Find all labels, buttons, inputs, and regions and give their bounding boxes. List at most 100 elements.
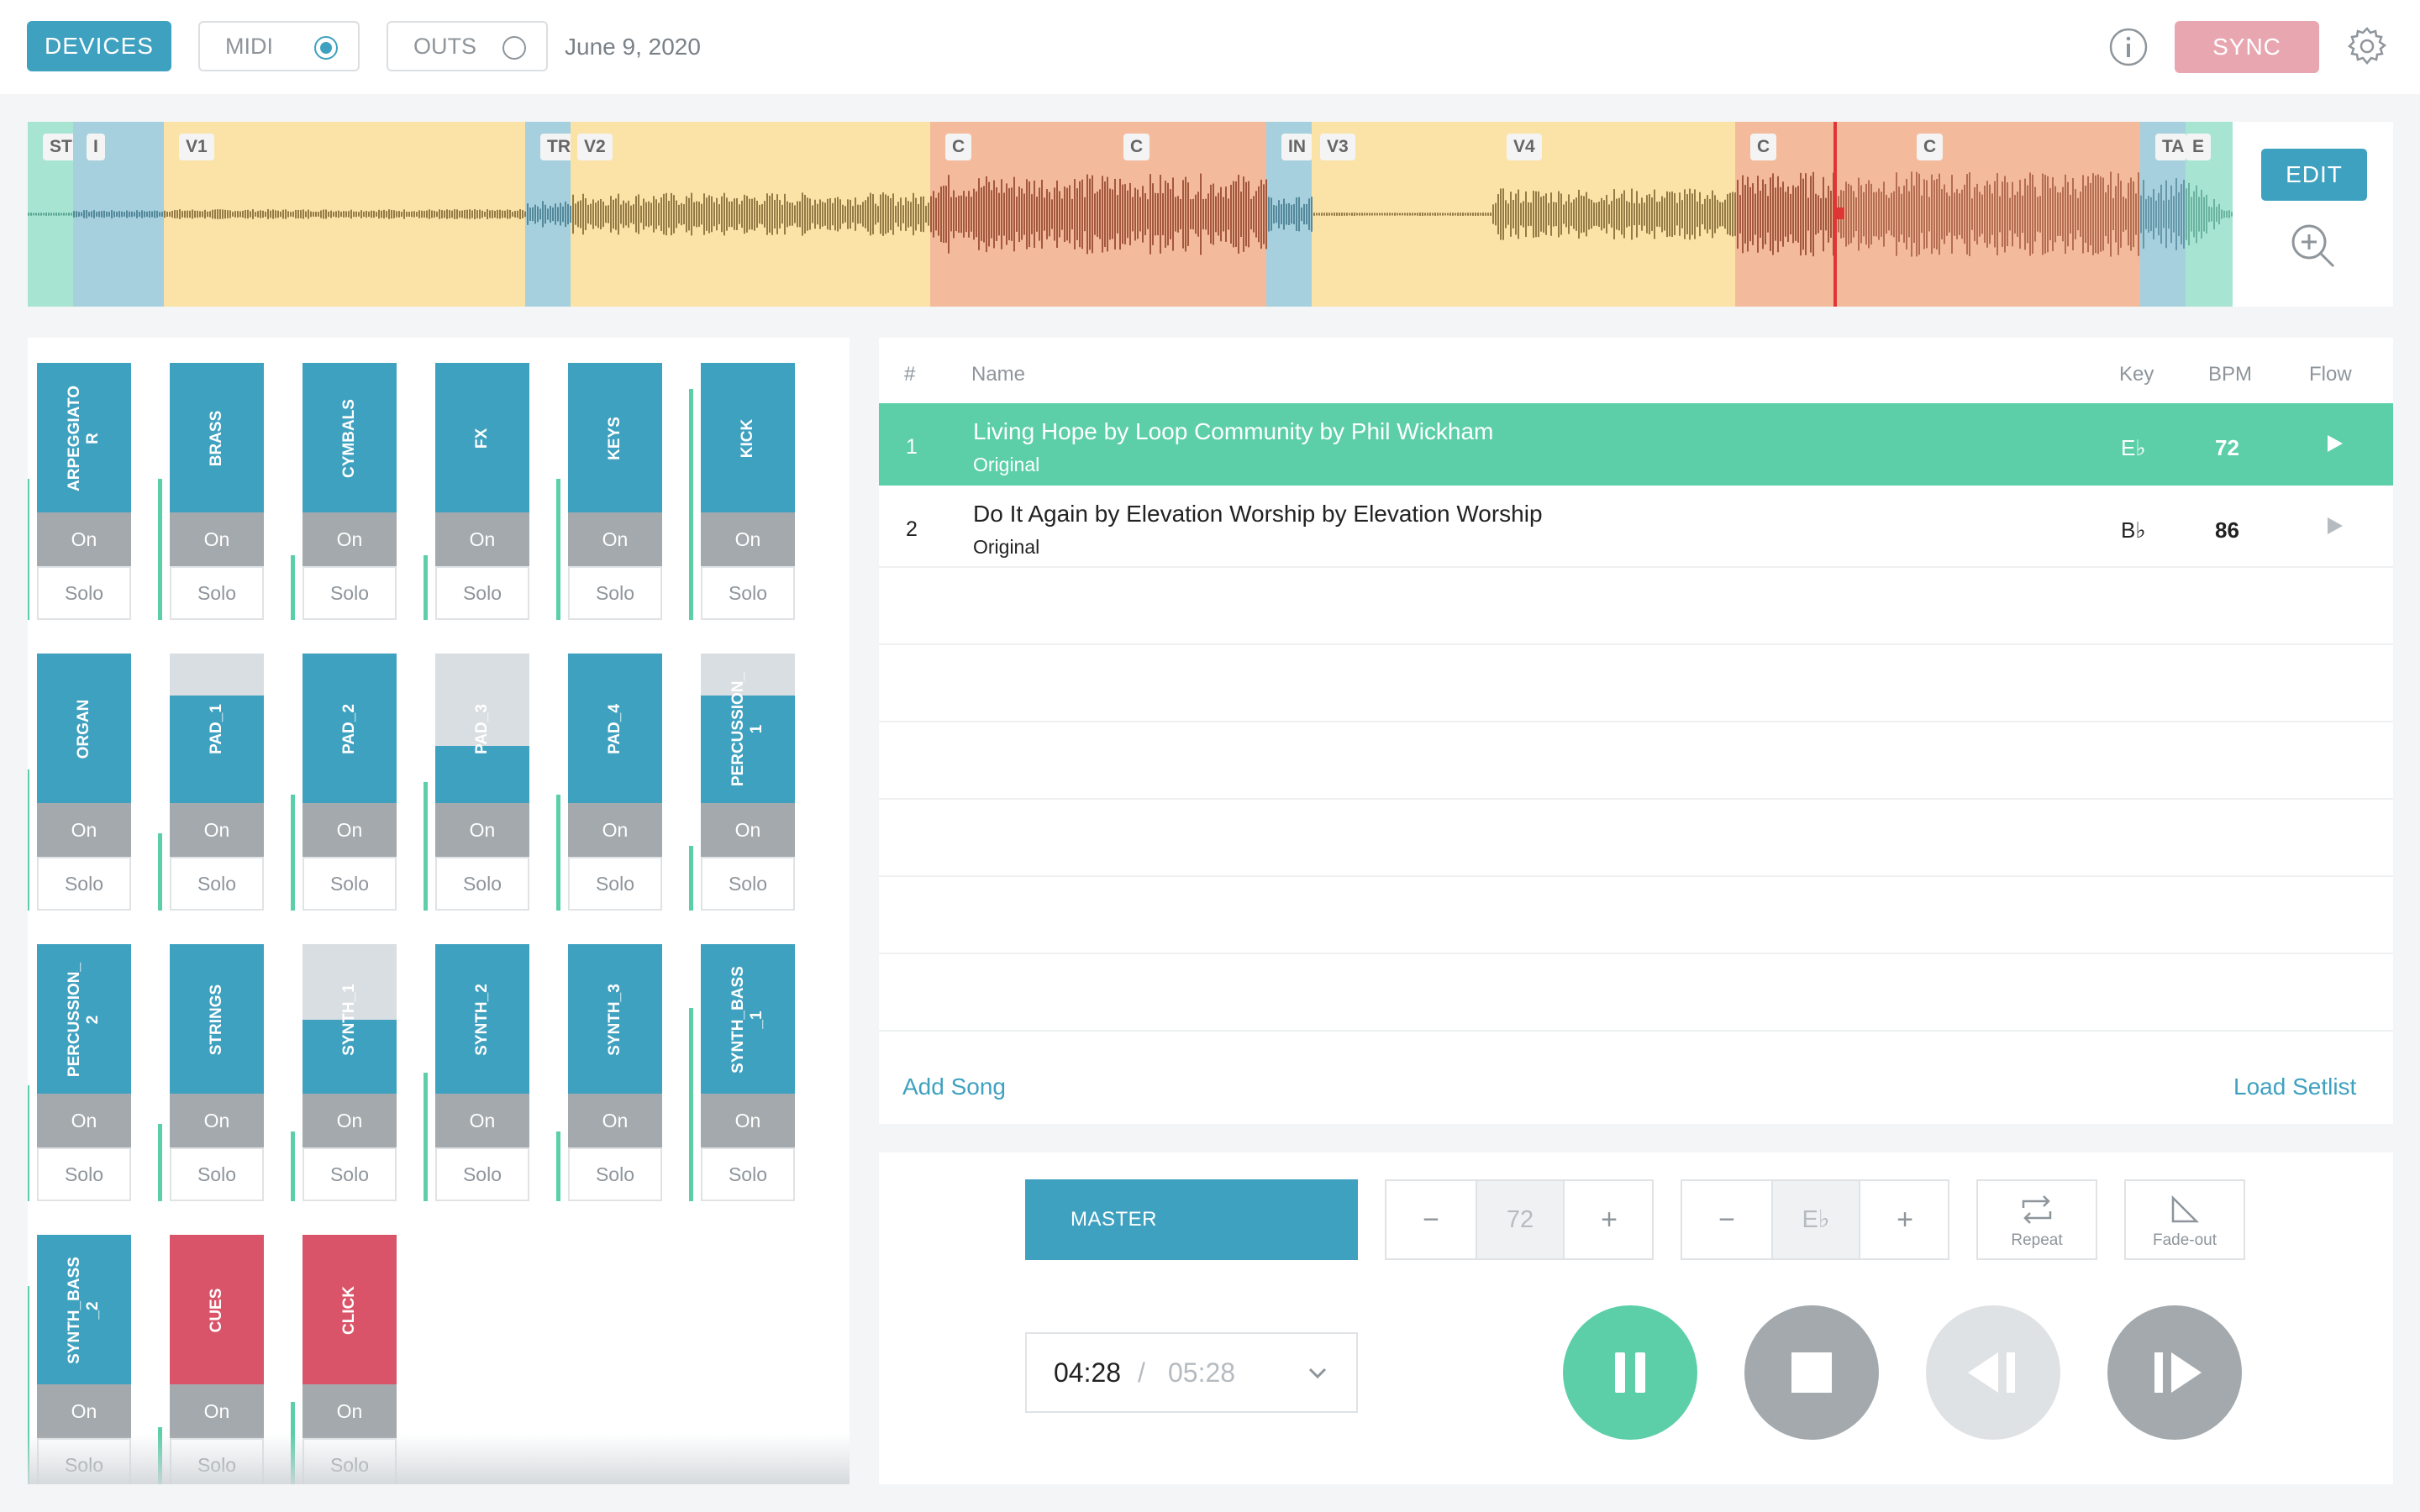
empty-row (879, 645, 2393, 722)
track-on-button[interactable]: On (435, 1094, 529, 1147)
track-solo-button[interactable]: Solo (435, 1147, 529, 1201)
track-header[interactable]: SYNTH_BASS _1 (701, 944, 795, 1094)
track-header[interactable]: PAD_1 (170, 654, 264, 803)
key-decrease-button[interactable]: − (1682, 1181, 1771, 1258)
track-on-button[interactable]: On (170, 1094, 264, 1147)
track-solo-button[interactable]: Solo (170, 566, 264, 620)
master-button[interactable]: MASTER (1025, 1179, 1358, 1260)
track-solo-button[interactable]: Solo (37, 566, 131, 620)
track-header[interactable]: KICK (701, 363, 795, 512)
outs-radio-icon[interactable] (502, 36, 526, 60)
zoom-in-icon[interactable] (2288, 221, 2338, 271)
track-solo-button[interactable]: Solo (37, 857, 131, 911)
key-increase-button[interactable]: + (1860, 1181, 1949, 1258)
track-header[interactable]: KEYS (568, 363, 662, 512)
gear-icon[interactable] (2346, 25, 2388, 67)
sync-button[interactable]: SYNC (2175, 21, 2319, 73)
track-header[interactable]: PAD_3 (435, 654, 529, 803)
devices-button[interactable]: DEVICES (27, 21, 171, 71)
next-button[interactable] (2107, 1305, 2242, 1440)
track-solo-button[interactable]: Solo (568, 566, 662, 620)
track-solo-button[interactable]: Solo (302, 566, 397, 620)
track-on-button[interactable]: On (302, 512, 397, 566)
empty-row (879, 877, 2393, 954)
track-on-button[interactable]: On (701, 512, 795, 566)
track-on-button[interactable]: On (37, 803, 131, 857)
track-header[interactable]: CLICK (302, 1235, 397, 1384)
track-solo-button[interactable]: Solo (302, 857, 397, 911)
track-solo-button[interactable]: Solo (568, 857, 662, 911)
track-level-meter (556, 479, 560, 620)
time-selector[interactable]: 04:28 / 05:28 (1025, 1332, 1358, 1413)
track-name: BRASS (208, 410, 225, 467)
track-solo-button[interactable]: Solo (435, 566, 529, 620)
playhead-marker (1834, 207, 1844, 219)
load-setlist-link[interactable]: Load Setlist (2233, 1074, 2356, 1100)
track-header[interactable]: STRINGS (170, 944, 264, 1094)
track-header[interactable]: SYNTH_BASS _2 (37, 1235, 131, 1384)
track-on-button[interactable]: On (435, 512, 529, 566)
outs-toggle[interactable]: OUTS (387, 21, 548, 71)
track-solo-button[interactable]: Solo (701, 566, 795, 620)
track-header[interactable]: CYMBALS (302, 363, 397, 512)
midi-radio-icon[interactable] (314, 36, 338, 60)
track-name: PAD_4 (606, 704, 623, 754)
track-solo-button[interactable]: Solo (37, 1147, 131, 1201)
bpm-decrease-button[interactable]: − (1386, 1181, 1476, 1258)
info-icon[interactable] (2109, 28, 2148, 66)
track-header[interactable]: ORGAN (37, 654, 131, 803)
bpm-increase-button[interactable]: + (1565, 1181, 1654, 1258)
track-header[interactable]: BRASS (170, 363, 264, 512)
track-header[interactable]: SYNTH_2 (435, 944, 529, 1094)
midi-toggle[interactable]: MIDI (198, 21, 360, 71)
track-header[interactable]: PAD_2 (302, 654, 397, 803)
track-on-button[interactable]: On (302, 1384, 397, 1438)
track-on-button[interactable]: On (568, 512, 662, 566)
track-on-button[interactable]: On (37, 512, 131, 566)
flow-play-icon[interactable] (2328, 435, 2343, 452)
track-on-button[interactable]: On (37, 1384, 131, 1438)
track-name: KICK (739, 418, 756, 459)
pause-button[interactable] (1563, 1305, 1697, 1440)
add-song-link[interactable]: Add Song (902, 1074, 1006, 1100)
track-header[interactable]: PERCUSSION_ 2 (37, 944, 131, 1094)
fade-out-button[interactable]: Fade-out (2124, 1179, 2245, 1260)
track-on-button[interactable]: On (302, 803, 397, 857)
track-solo-button[interactable]: Solo (701, 857, 795, 911)
track-on-button[interactable]: On (568, 1094, 662, 1147)
track-header[interactable]: CUES (170, 1235, 264, 1384)
track-on-button[interactable]: On (701, 1094, 795, 1147)
col-header-key: Key (2119, 363, 2154, 386)
track-header[interactable]: PAD_4 (568, 654, 662, 803)
setlist-row[interactable]: 2 Do It Again by Elevation Worship by El… (879, 486, 2393, 568)
track-name: PERCUSSION_ 1 (729, 671, 765, 787)
track-solo-button[interactable]: Solo (302, 1147, 397, 1201)
setlist-row[interactable]: 1 Living Hope by Loop Community by Phil … (879, 403, 2393, 486)
track-solo-button[interactable]: Solo (170, 857, 264, 911)
track-header[interactable]: PERCUSSION_ 1 (701, 654, 795, 803)
track-on-button[interactable]: On (170, 512, 264, 566)
track-solo-button[interactable]: Solo (170, 1147, 264, 1201)
previous-button[interactable] (1926, 1305, 2060, 1440)
stop-button[interactable] (1744, 1305, 1879, 1440)
track-header[interactable]: FX (435, 363, 529, 512)
track-solo-button[interactable]: Solo (701, 1147, 795, 1201)
track-on-button[interactable]: On (37, 1094, 131, 1147)
track-on-button[interactable]: On (170, 803, 264, 857)
track-header[interactable]: SYNTH_3 (568, 944, 662, 1094)
track-channel: ARPEGGIATO R On Solo (28, 363, 131, 620)
track-solo-button[interactable]: Solo (568, 1147, 662, 1201)
track-header[interactable]: SYNTH_1 (302, 944, 397, 1094)
track-on-button[interactable]: On (701, 803, 795, 857)
track-on-button[interactable]: On (435, 803, 529, 857)
track-solo-button[interactable]: Solo (435, 857, 529, 911)
track-on-button[interactable]: On (568, 803, 662, 857)
repeat-button[interactable]: Repeat (1976, 1179, 2097, 1260)
track-name: ARPEGGIATO R (66, 386, 102, 491)
waveform-timeline[interactable]: ST I V1 TR V2 C C IN V3 V4 C C TA E (28, 122, 2233, 307)
track-header[interactable]: ARPEGGIATO R (37, 363, 131, 512)
edit-button[interactable]: EDIT (2261, 149, 2367, 201)
flow-play-icon[interactable] (2328, 517, 2343, 534)
track-on-button[interactable]: On (302, 1094, 397, 1147)
track-on-button[interactable]: On (170, 1384, 264, 1438)
